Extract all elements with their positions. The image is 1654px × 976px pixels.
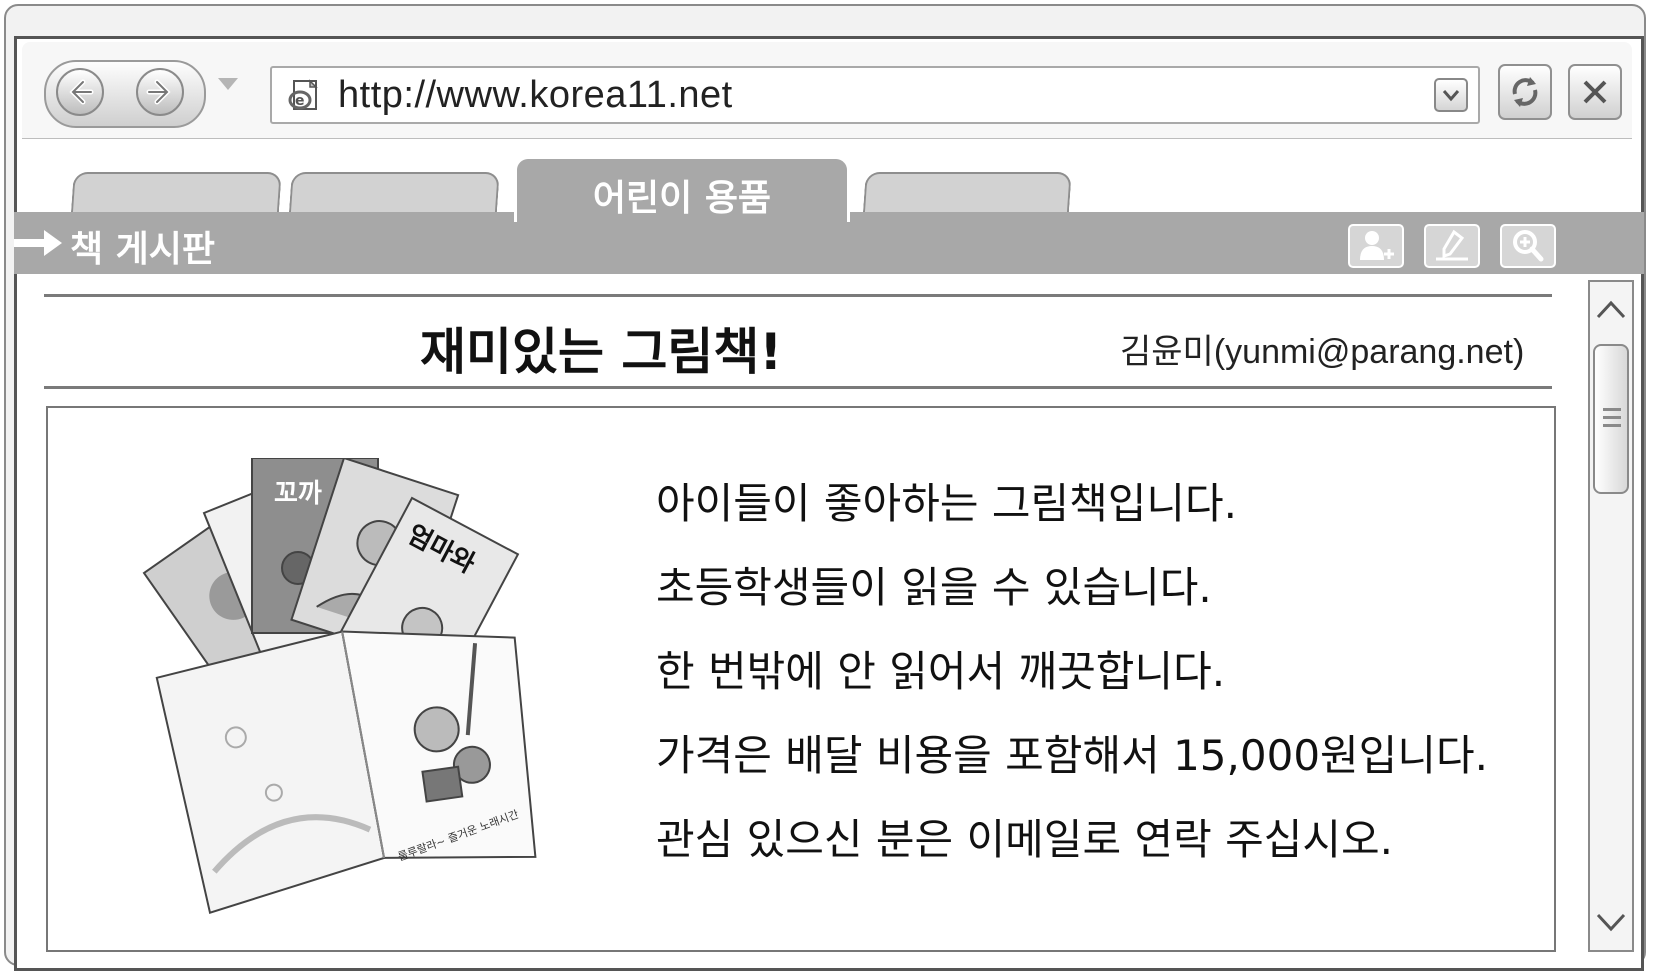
arrow-right-icon — [14, 230, 62, 256]
post-author[interactable]: 김윤미(yunmi@parang.net) — [1120, 324, 1524, 373]
add-user-button[interactable] — [1348, 224, 1404, 268]
post-body: 아이들이 좋아하는 그림책입니다. 초등학생들이 읽을 수 있습니다. 한 번밖… — [656, 476, 1488, 896]
board-title: 책 게시판 — [70, 229, 216, 270]
stop-button[interactable] — [1568, 64, 1622, 120]
search-button[interactable] — [1500, 224, 1556, 268]
header-divider-top — [44, 294, 1552, 297]
ie-page-icon: e — [288, 79, 318, 110]
close-icon — [1583, 80, 1607, 104]
zoom-icon — [1513, 230, 1544, 262]
cover-label-2: 꼬까 — [274, 479, 322, 509]
scroll-grip-icon — [1603, 408, 1621, 432]
scroll-down-button[interactable] — [1594, 900, 1628, 944]
write-button[interactable] — [1424, 224, 1480, 268]
chevron-down-icon — [1442, 90, 1460, 102]
svg-text:e: e — [295, 93, 305, 109]
post-title: 재미있는 그림책! — [420, 323, 783, 381]
tab-children-goods[interactable]: 어린이 용품 — [514, 156, 850, 222]
post-line-4: 가격은 배달 비용을 포함해서 15,000원입니다. — [656, 731, 1488, 780]
scroll-thumb[interactable] — [1593, 344, 1629, 494]
post-line-1: 아이들이 좋아하는 그림책입니다. — [656, 479, 1238, 528]
chevron-down-icon — [1596, 913, 1626, 932]
vertical-scrollbar[interactable] — [1588, 280, 1634, 952]
browser-toolbar: e http://www.korea11.net — [22, 42, 1632, 139]
history-dropdown-icon[interactable] — [218, 78, 238, 90]
address-dropdown-button[interactable] — [1434, 78, 1468, 112]
pencil-icon — [1436, 229, 1468, 261]
post-line-2: 초등학생들이 읽을 수 있습니다. — [656, 563, 1212, 612]
add-user-icon — [1360, 231, 1394, 260]
post-line-5: 관심 있으신 분은 이메일로 연락 주십시오. — [656, 815, 1393, 864]
url-text[interactable]: http://www.korea11.net — [338, 74, 733, 117]
refresh-icon — [1512, 77, 1538, 107]
nav-button-group — [44, 60, 206, 128]
scroll-up-button[interactable] — [1594, 288, 1628, 332]
chevron-up-icon — [1596, 300, 1626, 319]
picture-books-image: 우리 꼬까 엄마와 — [142, 458, 537, 914]
forward-button[interactable] — [136, 68, 184, 116]
tab-children-goods-label: 어린이 용품 — [592, 178, 772, 219]
back-button[interactable] — [56, 68, 104, 116]
post-line-3: 한 번밖에 안 읽어서 깨끗합니다. — [656, 647, 1226, 696]
arrow-left-icon — [69, 79, 94, 105]
arrow-right-icon — [146, 79, 171, 105]
refresh-button[interactable] — [1498, 64, 1552, 120]
header-divider-bottom — [44, 386, 1552, 389]
address-bar[interactable]: e http://www.korea11.net — [270, 66, 1480, 124]
